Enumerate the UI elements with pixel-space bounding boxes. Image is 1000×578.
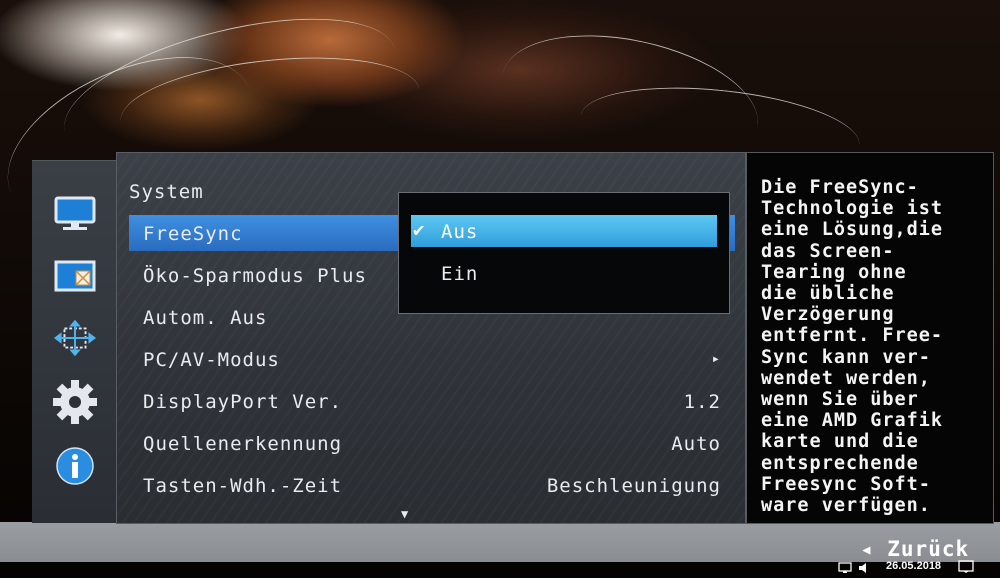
menu-item-value: 1.2	[683, 391, 721, 413]
volume-icon	[859, 563, 866, 573]
menu-item-label: Öko-Sparmodus Plus	[143, 265, 367, 287]
gear-icon[interactable]	[52, 379, 98, 425]
category-rail	[32, 160, 116, 523]
option-aus[interactable]: ✔ Aus	[411, 215, 717, 247]
notification-icon	[958, 560, 974, 573]
help-description-panel: Die FreeSync- Technologie ist eine Lösun…	[746, 152, 994, 524]
menu-item-label: PC/AV-Modus	[143, 349, 280, 371]
menu-item-value: Auto	[671, 433, 721, 455]
position-icon[interactable]	[52, 315, 98, 361]
osd-bottom-bar	[0, 522, 1000, 562]
menu-item-value: Beschleunigung	[546, 475, 721, 497]
checkmark-icon: ✔	[413, 219, 426, 241]
monitor-icon[interactable]	[52, 191, 98, 237]
scroll-down-icon[interactable]: ▼	[401, 507, 408, 521]
network-icon	[838, 562, 852, 573]
option-label: Aus	[441, 221, 479, 243]
menu-title: System	[129, 181, 204, 203]
help-text: Die FreeSync- Technologie ist eine Lösun…	[761, 177, 944, 517]
freesync-options-popup: ✔ Aus Ein	[398, 192, 730, 314]
menu-item-source-detection[interactable]: Quellenerkennung Auto	[129, 425, 735, 461]
menu-item-key-repeat-time[interactable]: Tasten-Wdh.-Zeit Beschleunigung	[129, 467, 735, 503]
menu-item-label: DisplayPort Ver.	[143, 391, 343, 413]
taskbar-tray: 26.05.2018	[830, 558, 1000, 578]
option-ein[interactable]: Ein	[411, 257, 717, 289]
menu-item-pc-av-mode[interactable]: PC/AV-Modus ▸	[129, 341, 735, 377]
menu-item-displayport-version[interactable]: DisplayPort Ver. 1.2	[129, 383, 735, 419]
menu-item-label: Autom. Aus	[143, 307, 268, 329]
menu-item-label: FreeSync	[143, 223, 243, 245]
menu-item-label: Tasten-Wdh.-Zeit	[143, 475, 343, 497]
submenu-arrow-icon: ▸	[711, 351, 721, 367]
tray-date: 26.05.2018	[886, 560, 942, 572]
menu-item-label: Quellenerkennung	[143, 433, 343, 455]
option-label: Ein	[441, 263, 479, 285]
info-icon[interactable]	[52, 443, 98, 489]
picture-icon[interactable]	[52, 253, 98, 299]
